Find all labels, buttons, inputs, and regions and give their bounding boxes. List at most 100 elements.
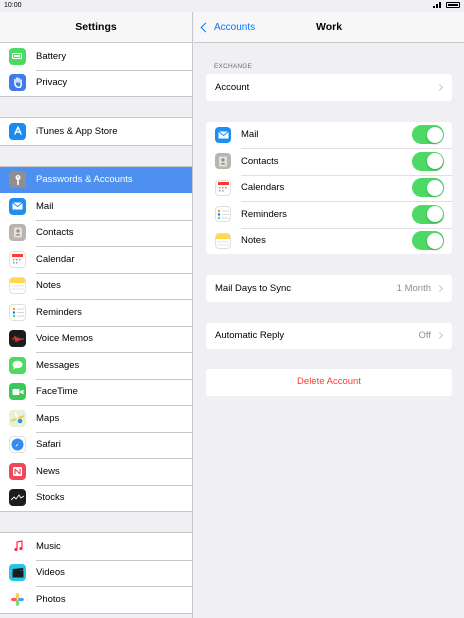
sidebar-item-label: Battery — [36, 50, 67, 62]
sidebar-item-news[interactable]: News — [0, 458, 192, 485]
notes-icon — [215, 232, 231, 249]
contacts-sync-toggle[interactable] — [412, 151, 444, 171]
reminders-sync-toggle[interactable] — [412, 204, 444, 224]
sync-options-card: Mail Contacts Calendars Reminders Notes — [206, 121, 452, 255]
calendars-sync-toggle[interactable] — [412, 178, 444, 198]
signal-icon — [433, 2, 442, 8]
settings-sidebar: Settings Battery Privacy iTunes & App St… — [0, 12, 193, 618]
sync-row-notes: Notes — [206, 227, 452, 255]
sidebar-group-4: Music Videos Photos — [0, 532, 192, 614]
facetime-icon — [9, 383, 26, 401]
sidebar-item-label: Reminders — [36, 306, 82, 318]
sync-row-mail: Mail — [206, 122, 452, 149]
photos-icon — [9, 590, 26, 608]
sync-row-label: Mail — [241, 129, 259, 141]
sidebar-item-label: Passwords & Accounts — [36, 174, 133, 186]
maps-icon — [9, 409, 26, 427]
auto-reply-card: Automatic Reply Off — [206, 322, 452, 350]
account-card: Account — [206, 74, 452, 101]
status-time: 10:00 — [4, 2, 22, 9]
mail-days-value: 1 Month — [396, 282, 431, 294]
automatic-reply-value: Off — [418, 330, 432, 342]
battery-icon — [9, 47, 26, 65]
sidebar-item-battery[interactable]: Battery — [0, 43, 192, 70]
sidebar-item-label: Messages — [36, 359, 80, 371]
sidebar-item-label: Music — [36, 540, 61, 552]
sync-row-label: Reminders — [241, 208, 287, 220]
sidebar-item-mail[interactable]: Mail — [0, 193, 192, 220]
sidebar-item-facetime[interactable]: FaceTime — [0, 378, 192, 406]
sync-row-calendars: Calendars — [206, 174, 452, 202]
sidebar-item-maps[interactable]: Maps — [0, 405, 192, 432]
automatic-reply-row[interactable]: Automatic Reply Off — [206, 323, 452, 350]
key-icon — [9, 171, 26, 189]
notes-icon — [9, 277, 26, 295]
section-header-exchange: EXCHANGE — [214, 63, 253, 70]
mail-days-to-sync-row[interactable]: Mail Days to Sync 1 Month — [206, 275, 452, 302]
page-title: Work — [315, 21, 343, 33]
contacts-icon — [9, 224, 26, 242]
notes-sync-toggle[interactable] — [412, 231, 444, 251]
chevron-right-icon — [435, 83, 444, 91]
sync-row-label: Calendars — [241, 182, 285, 194]
videos-icon — [9, 564, 26, 582]
reminders-icon — [9, 303, 26, 321]
chevron-right-icon — [435, 332, 444, 340]
sidebar-item-passwords-accounts[interactable]: Passwords & Accounts — [0, 166, 192, 193]
hand-icon — [9, 74, 26, 92]
mail-sync-toggle[interactable] — [412, 125, 444, 145]
sidebar-item-reminders[interactable]: Reminders — [0, 299, 192, 326]
sidebar-item-privacy[interactable]: Privacy — [0, 69, 192, 97]
sidebar-group-2: iTunes & App Store — [0, 117, 192, 146]
status-bar: 10:00 — [0, 0, 464, 12]
sync-row-label: Contacts — [241, 155, 279, 167]
sidebar-item-contacts[interactable]: Contacts — [0, 219, 192, 247]
sidebar-item-label: Voice Memos — [36, 333, 94, 345]
messages-icon — [9, 356, 26, 374]
sidebar-item-label: iTunes & App Store — [36, 125, 118, 137]
sidebar-item-itunes-app-store[interactable]: iTunes & App Store — [0, 118, 192, 145]
stocks-icon — [9, 489, 26, 507]
automatic-reply-label: Automatic Reply — [215, 330, 285, 342]
music-icon — [9, 537, 26, 555]
sync-row-label: Notes — [241, 235, 266, 247]
contacts-icon — [215, 153, 231, 170]
news-icon — [9, 462, 26, 480]
sidebar-item-label: Maps — [36, 412, 60, 424]
sidebar-item-messages[interactable]: Messages — [0, 352, 192, 379]
app-store-icon — [9, 122, 26, 140]
nav-bar: Accounts Work — [194, 12, 464, 43]
account-row[interactable]: Account — [206, 74, 452, 101]
sidebar-item-voice-memos[interactable]: Voice Memos — [0, 325, 192, 353]
sidebar-item-videos[interactable]: Videos — [0, 559, 192, 587]
sidebar-item-notes[interactable]: Notes — [0, 272, 192, 300]
sidebar-item-label: Mail — [36, 200, 54, 212]
sync-row-reminders: Reminders — [206, 201, 452, 228]
sync-row-contacts: Contacts — [206, 148, 452, 175]
sidebar-item-label: News — [36, 465, 60, 477]
sidebar-item-label: Calendar — [36, 253, 75, 265]
delete-account-button[interactable]: Delete Account — [206, 369, 452, 396]
sidebar-item-photos[interactable]: Photos — [0, 586, 192, 613]
account-detail-pane: Accounts Work EXCHANGE Account Mail Cont… — [194, 12, 464, 618]
sidebar-item-label: Safari — [36, 439, 61, 451]
sidebar-item-label: FaceTime — [36, 386, 78, 398]
sidebar-item-label: Notes — [36, 280, 61, 292]
sidebar-item-label: Videos — [36, 567, 65, 579]
sidebar-item-safari[interactable]: Safari — [0, 431, 192, 459]
sidebar-item-label: Photos — [36, 593, 66, 605]
calendar-icon — [9, 250, 26, 268]
delete-account-card: Delete Account — [206, 369, 452, 396]
mail-days-label: Mail Days to Sync — [215, 282, 292, 294]
mail-icon — [215, 126, 231, 143]
reminders-icon — [215, 206, 231, 223]
sidebar-item-music[interactable]: Music — [0, 533, 192, 560]
sidebar-group-3: Passwords & Accounts Mail Contacts Calen… — [0, 165, 192, 512]
battery-status-icon — [446, 2, 460, 8]
chevron-right-icon — [435, 284, 444, 292]
sidebar-item-calendar[interactable]: Calendar — [0, 246, 192, 273]
voice-memos-icon — [9, 330, 26, 348]
calendar-icon — [215, 179, 231, 196]
mail-icon — [9, 197, 26, 215]
sidebar-item-stocks[interactable]: Stocks — [0, 484, 192, 512]
